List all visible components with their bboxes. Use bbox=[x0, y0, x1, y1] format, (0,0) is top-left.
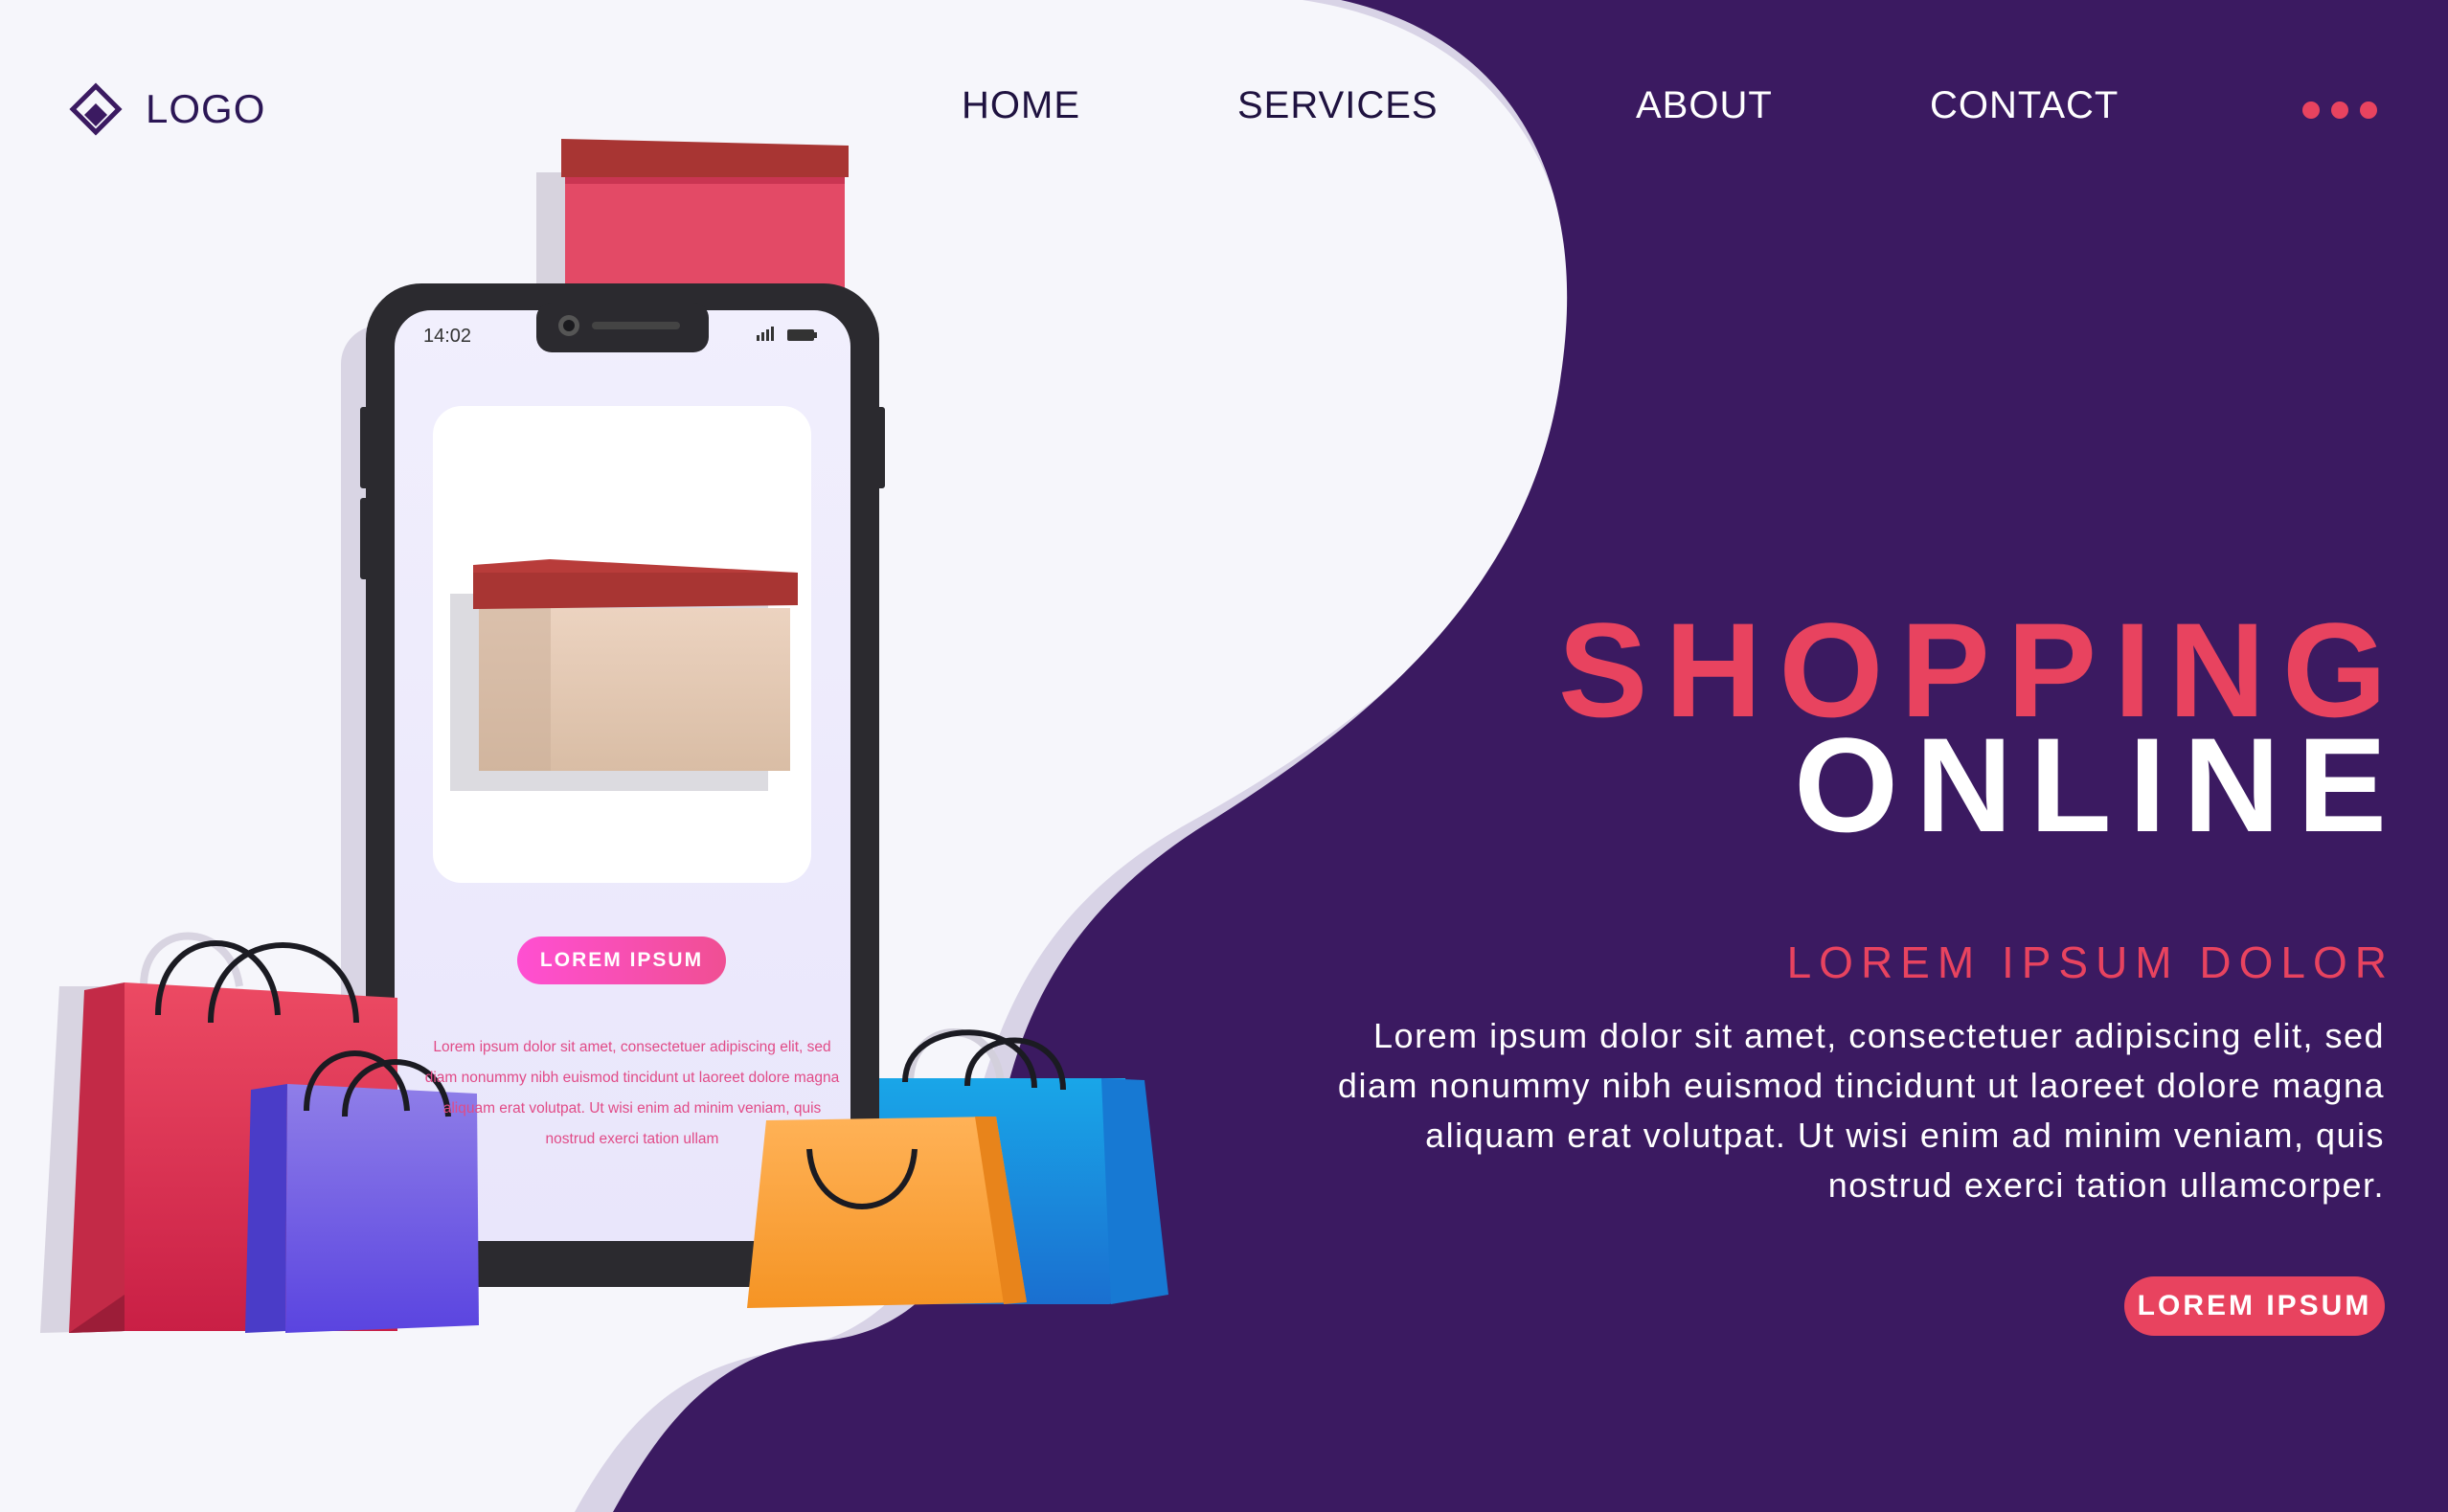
nav-contact[interactable]: CONTACT bbox=[1930, 84, 2119, 127]
dot bbox=[2360, 102, 2377, 119]
dot bbox=[2302, 102, 2320, 119]
logo-text: LOGO bbox=[146, 86, 266, 131]
phone-description: Lorem ipsum dolor sit amet, consectetuer… bbox=[424, 1039, 840, 1147]
nav-home[interactable]: HOME bbox=[962, 84, 1080, 127]
phone-shop-button[interactable]: LOREM IPSUM bbox=[517, 937, 726, 984]
cta-button[interactable]: LOREM IPSUM bbox=[2124, 1276, 2385, 1336]
hero-title-line2: ONLINE bbox=[1794, 710, 2404, 860]
hero-body-text: Lorem ipsum dolor sit amet, consectetuer… bbox=[1337, 1016, 2385, 1205]
logo[interactable]: LOGO bbox=[69, 82, 265, 136]
nav-services[interactable]: SERVICES bbox=[1237, 84, 1439, 127]
gift-box-top bbox=[536, 139, 849, 297]
dot bbox=[2331, 102, 2348, 119]
more-dots-icon[interactable] bbox=[2302, 102, 2377, 119]
nav-about[interactable]: ABOUT bbox=[1636, 84, 1773, 127]
phone-status-time: 14:02 bbox=[423, 326, 472, 347]
battery-icon bbox=[787, 329, 817, 341]
diamond-logo-icon bbox=[69, 82, 123, 136]
hero-subtitle: LOREM IPSUM DOLOR bbox=[1786, 937, 2394, 987]
product-box bbox=[450, 559, 798, 791]
